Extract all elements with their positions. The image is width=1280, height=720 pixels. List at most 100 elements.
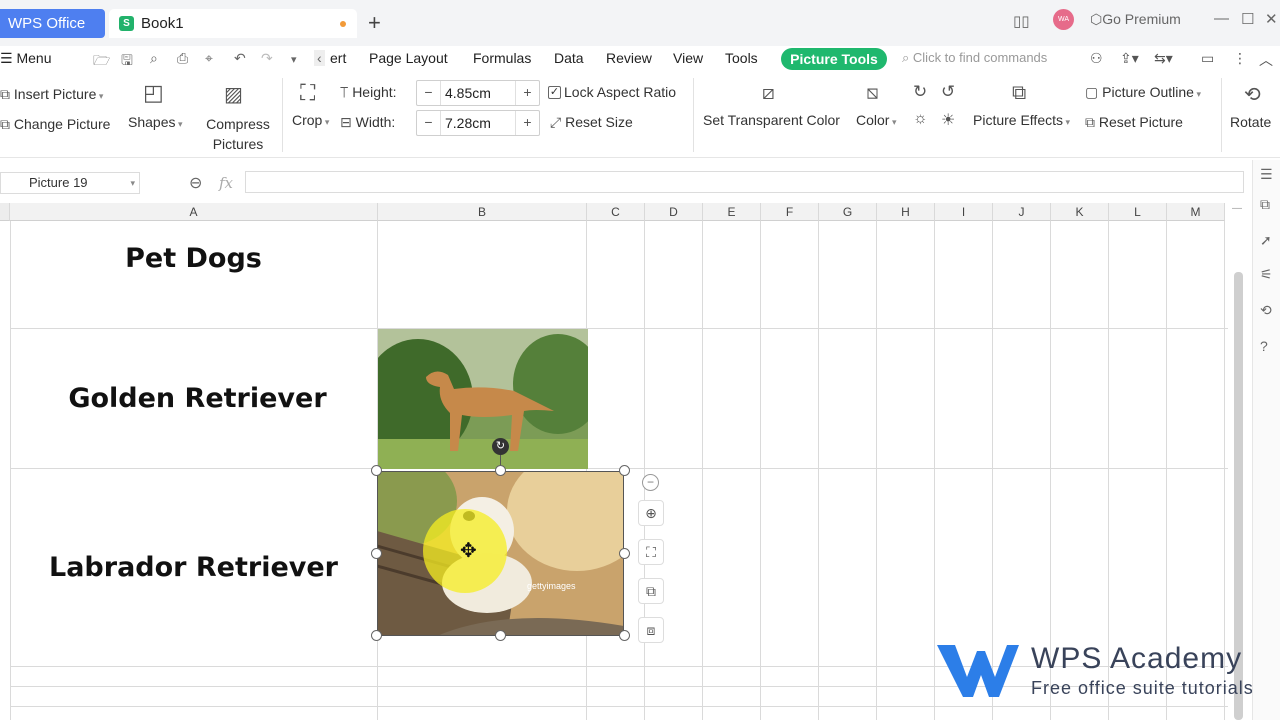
help-icon[interactable]: ? bbox=[1260, 338, 1268, 354]
menu-button[interactable]: ☰ Menu bbox=[0, 50, 51, 67]
export-icon[interactable]: ⇪▾ bbox=[1120, 50, 1139, 67]
crop-picture-icon[interactable]: ⛶ bbox=[638, 539, 664, 565]
column-header-h[interactable]: H bbox=[877, 203, 935, 221]
tab-view[interactable]: View bbox=[673, 50, 703, 66]
column-header-a[interactable]: A bbox=[10, 203, 378, 221]
collapse-toolbar-icon[interactable]: − bbox=[642, 474, 659, 491]
go-premium-button[interactable]: ⬡Go Premium bbox=[1090, 11, 1181, 28]
picture-outline-button[interactable]: ▢ Picture Outline ▾ bbox=[1085, 84, 1201, 101]
height-decrease-button[interactable]: − bbox=[417, 81, 441, 105]
undo-icon[interactable]: ↶ bbox=[234, 50, 246, 67]
save-icon[interactable]: 🖫 bbox=[121, 50, 133, 74]
width-stepper[interactable]: − 7.28cm + bbox=[416, 110, 540, 136]
column-header-m[interactable]: M bbox=[1167, 203, 1225, 221]
scroll-up-icon[interactable]: — bbox=[1232, 203, 1242, 214]
column-header-e[interactable]: E bbox=[703, 203, 761, 221]
name-box[interactable]: Picture 19 ▾ bbox=[0, 172, 140, 194]
zoom-picture-icon[interactable]: ⊕ bbox=[638, 500, 664, 526]
wps-office-tab[interactable]: WPS Office bbox=[0, 9, 105, 38]
property-icon[interactable]: ⧉ bbox=[1260, 196, 1270, 213]
resize-handle-top[interactable] bbox=[495, 465, 506, 476]
select-all-corner[interactable] bbox=[0, 203, 10, 221]
width-increase-button[interactable]: + bbox=[515, 111, 539, 135]
print-icon[interactable]: ⎙ bbox=[177, 50, 188, 67]
print-preview-icon[interactable]: ⌖ bbox=[205, 50, 213, 67]
column-header-k[interactable]: K bbox=[1051, 203, 1109, 221]
column-header-g[interactable]: G bbox=[819, 203, 877, 221]
height-value[interactable]: 4.85cm bbox=[445, 85, 491, 101]
compress-pictures-button[interactable]: Compress Pictures bbox=[205, 114, 271, 154]
column-header-f[interactable]: F bbox=[761, 203, 819, 221]
format-painter-icon[interactable]: ⌕ bbox=[150, 50, 158, 67]
brightness-decrease-icon[interactable]: ☀ bbox=[941, 110, 955, 130]
reset-picture-button[interactable]: ⧉ Reset Picture bbox=[1085, 114, 1183, 131]
panel-menu-icon[interactable]: ☰ bbox=[1260, 166, 1273, 183]
close-icon[interactable]: ✕ bbox=[1265, 10, 1278, 28]
reading-mode-icon[interactable]: ▯▯ bbox=[1013, 12, 1030, 30]
column-header-j[interactable]: J bbox=[993, 203, 1051, 221]
history-icon[interactable]: ⟲ bbox=[1260, 302, 1272, 319]
column-header-i[interactable]: I bbox=[935, 203, 993, 221]
comment-icon[interactable]: ▭ bbox=[1201, 50, 1214, 67]
column-header-l[interactable]: L bbox=[1109, 203, 1167, 221]
rotate-right-icon[interactable]: ↺ bbox=[941, 82, 955, 102]
tab-picture-tools[interactable]: Picture Tools bbox=[781, 48, 887, 70]
column-header-b[interactable]: B bbox=[378, 203, 587, 221]
new-tab-button[interactable]: + bbox=[368, 11, 381, 35]
tab-data[interactable]: Data bbox=[554, 50, 584, 66]
avatar[interactable]: WA bbox=[1053, 9, 1074, 30]
settings-sliders-icon[interactable]: ⚟ bbox=[1260, 266, 1273, 283]
rotate-handle-icon[interactable]: ↻ bbox=[492, 438, 509, 455]
lock-aspect-checkbox[interactable]: ✓ bbox=[548, 86, 561, 99]
cell-a2[interactable]: Golden Retriever bbox=[14, 383, 381, 414]
name-box-dropdown-icon[interactable]: ▾ bbox=[130, 173, 135, 193]
change-picture-button[interactable]: ⧉ Change Picture bbox=[0, 116, 110, 133]
reset-size-button[interactable]: ⤢ Reset Size bbox=[550, 114, 633, 131]
cell-a3[interactable]: Labrador Retriever bbox=[10, 552, 377, 583]
resize-handle-top-right[interactable] bbox=[619, 465, 630, 476]
picture-effects-button[interactable]: Picture Effects ▾ bbox=[973, 112, 1070, 128]
select-icon[interactable]: ➚ bbox=[1260, 232, 1272, 249]
resize-handle-bottom[interactable] bbox=[495, 630, 506, 641]
crop-button[interactable]: Crop ▾ bbox=[292, 112, 329, 128]
minimize-icon[interactable]: — bbox=[1214, 10, 1229, 27]
height-stepper[interactable]: − 4.85cm + bbox=[416, 80, 540, 106]
rotate-left-icon[interactable]: ↻ bbox=[913, 82, 927, 102]
color-button[interactable]: Color ▾ bbox=[856, 112, 897, 128]
column-header-d[interactable]: D bbox=[645, 203, 703, 221]
tab-review[interactable]: Review bbox=[606, 50, 652, 66]
insert-picture-button[interactable]: ⧉ Insert Picture ▾ bbox=[0, 86, 103, 103]
resize-handle-bottom-left[interactable] bbox=[371, 630, 382, 641]
column-header-c[interactable]: C bbox=[587, 203, 645, 221]
width-value[interactable]: 7.28cm bbox=[445, 115, 491, 131]
redo-icon[interactable]: ↷ bbox=[261, 50, 273, 67]
golden-retriever-picture[interactable] bbox=[378, 329, 588, 469]
set-transparent-color-button[interactable]: Set Transparent Color bbox=[703, 112, 840, 128]
tab-tools[interactable]: Tools bbox=[725, 50, 758, 66]
picture-to-text-icon[interactable]: ⧉ bbox=[638, 578, 664, 604]
rotate-button[interactable]: Rotate bbox=[1230, 114, 1271, 130]
collapse-ribbon-icon[interactable]: ︿ bbox=[1259, 50, 1273, 70]
fx-icon[interactable]: fx bbox=[219, 174, 233, 192]
width-decrease-button[interactable]: − bbox=[417, 111, 441, 135]
shapes-button[interactable]: Shapes ▾ bbox=[128, 114, 183, 130]
brightness-increase-icon[interactable]: ☼ bbox=[913, 110, 928, 128]
formula-input[interactable] bbox=[245, 171, 1244, 193]
tab-formulas[interactable]: Formulas bbox=[473, 50, 531, 66]
more-dropdown-icon[interactable]: ▾ bbox=[291, 53, 297, 66]
document-tab[interactable]: S Book1 bbox=[109, 9, 357, 38]
maximize-icon[interactable]: ☐ bbox=[1241, 10, 1254, 28]
resize-handle-right[interactable] bbox=[619, 548, 630, 559]
command-search[interactable]: ⌕ Click to find commands bbox=[902, 50, 1047, 66]
resize-handle-bottom-right[interactable] bbox=[619, 630, 630, 641]
height-increase-button[interactable]: + bbox=[515, 81, 539, 105]
scroll-left-icon[interactable]: ‹ bbox=[314, 50, 325, 66]
zoom-formula-icon[interactable]: ⊖ bbox=[189, 173, 202, 193]
share-user-icon[interactable]: ⚇ bbox=[1090, 50, 1103, 67]
tab-page-layout[interactable]: Page Layout bbox=[369, 50, 448, 66]
open-icon[interactable]: 🗁 bbox=[93, 50, 110, 74]
more-options-icon[interactable]: ⋮ bbox=[1233, 50, 1247, 67]
cell-a1[interactable]: Pet Dogs bbox=[10, 243, 377, 274]
picture-translate-icon[interactable]: ⧈ bbox=[638, 617, 664, 643]
tab-insert[interactable]: ert bbox=[330, 50, 346, 66]
